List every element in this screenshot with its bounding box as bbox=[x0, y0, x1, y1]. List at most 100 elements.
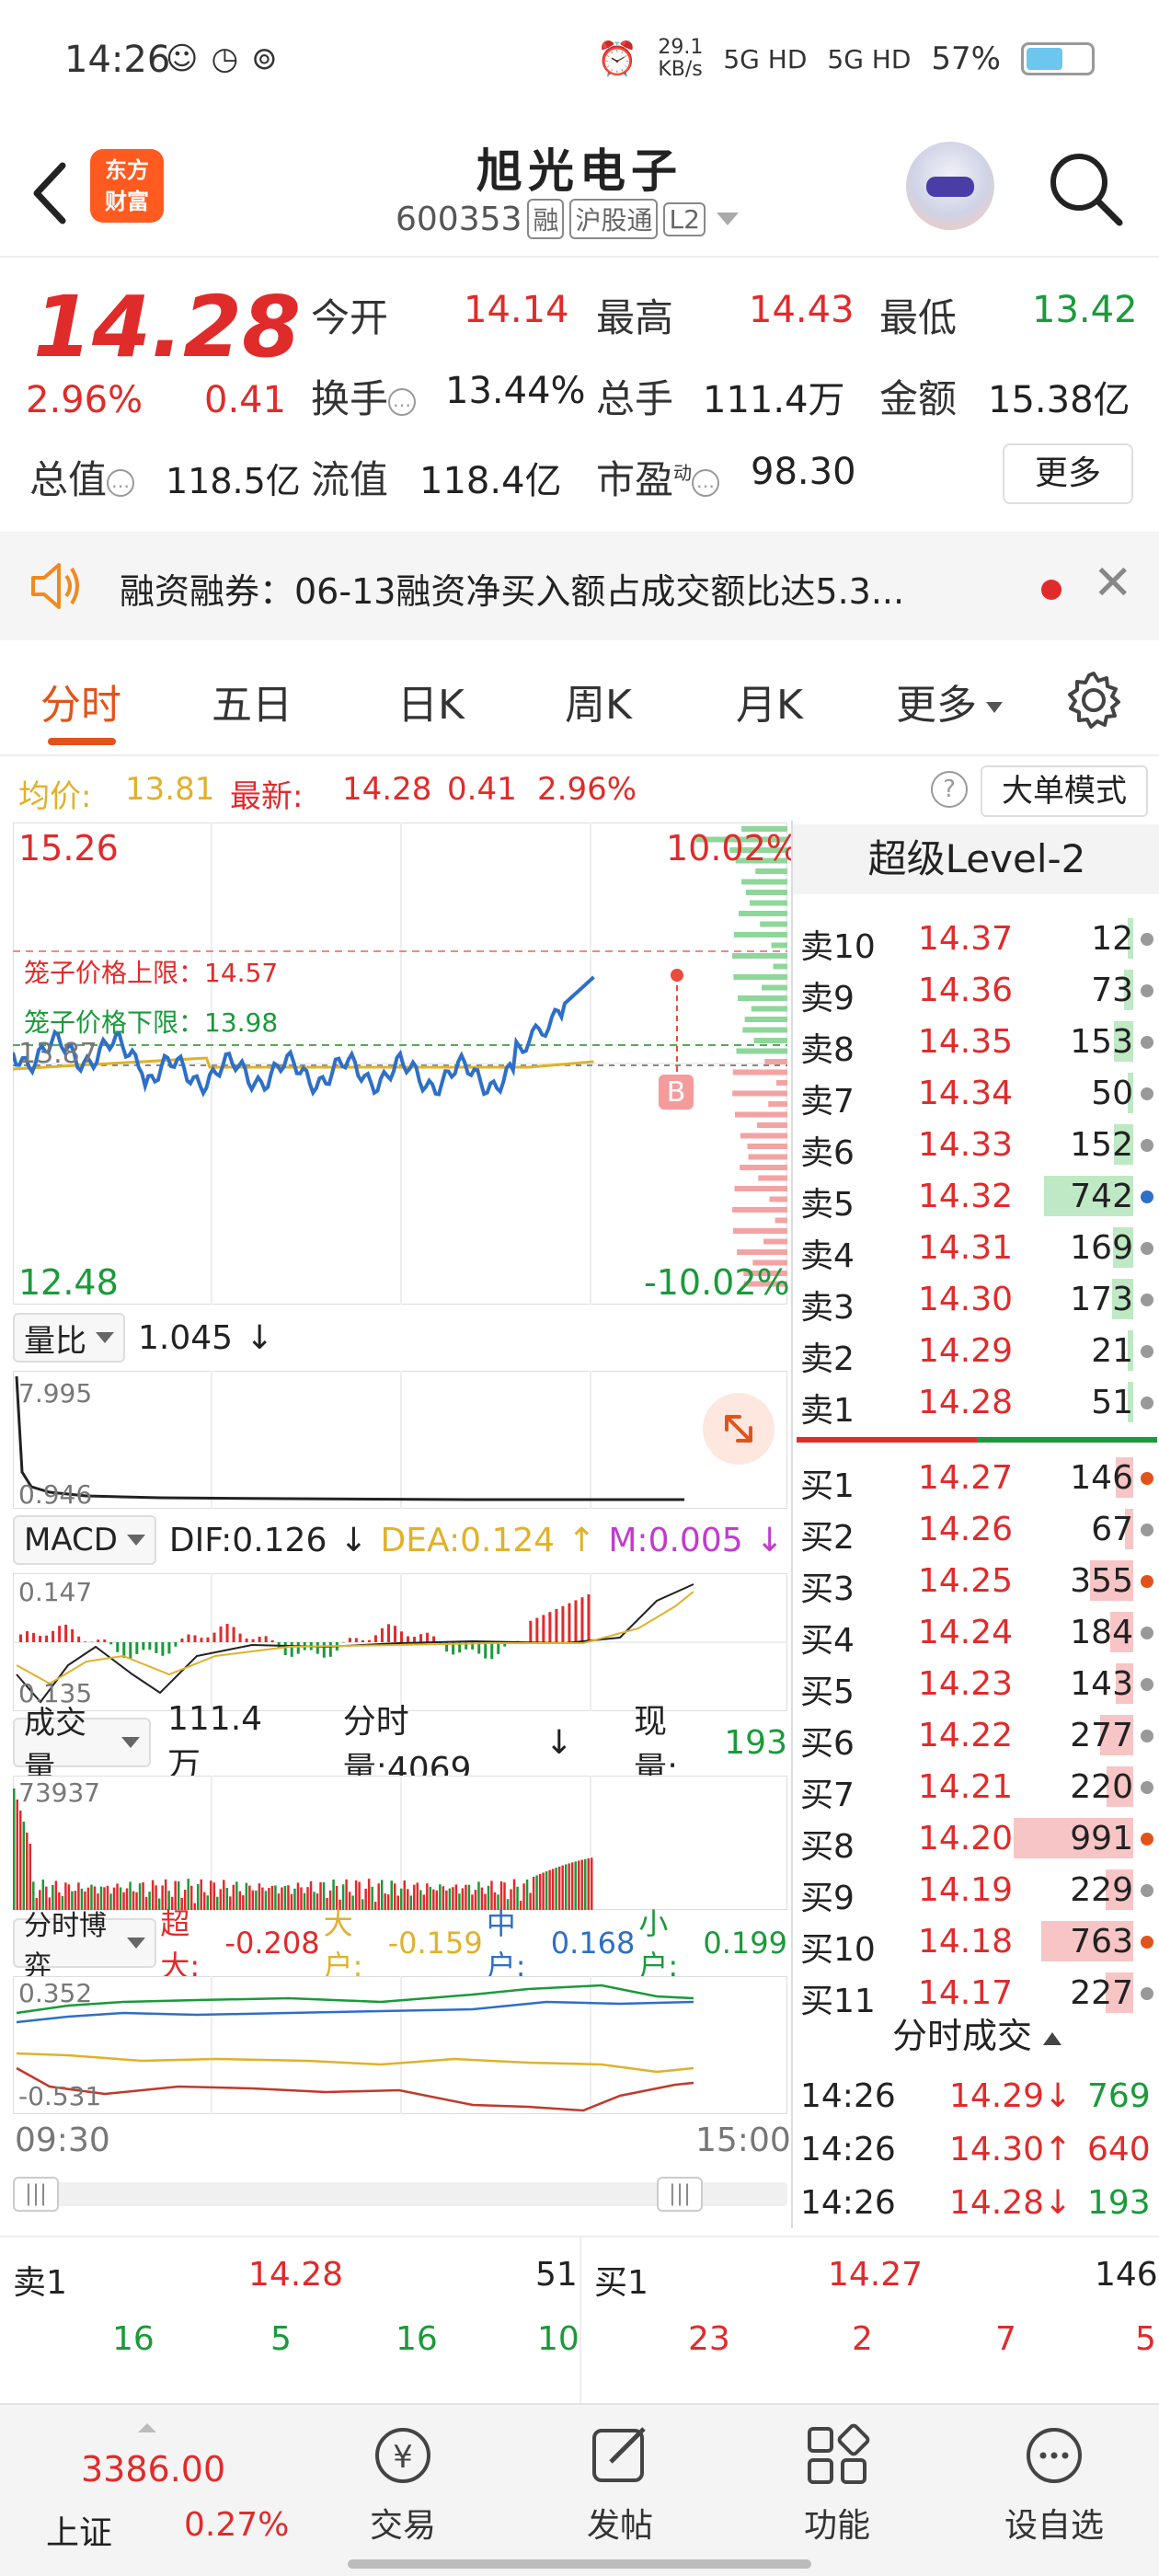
macd-bar bbox=[386, 1624, 390, 1642]
volume-bar bbox=[306, 1887, 309, 1910]
bottom-quote: 卖1 14.28 51 买1 14.27 146 16 5 16 10 23 2… bbox=[0, 2236, 1159, 2403]
bid-row[interactable]: 买3 14.25 355 bbox=[793, 1555, 1159, 1608]
row-label: 买3 bbox=[800, 1570, 855, 1608]
row-label: 卖4 bbox=[800, 1237, 855, 1275]
ask-queue-item: 5 bbox=[270, 2320, 292, 2358]
tab-month-k[interactable]: 月K bbox=[736, 672, 803, 730]
lower-limit-label: 笼子价格下限：13.98 bbox=[24, 1007, 279, 1038]
volume-bar bbox=[555, 1868, 557, 1910]
tab-day-k[interactable]: 日K bbox=[397, 672, 465, 730]
more-button[interactable]: 更多 bbox=[1003, 443, 1133, 504]
mktcap-info-icon[interactable]: … bbox=[107, 468, 135, 497]
ask-row[interactable]: 卖6 14.33 152 bbox=[793, 1119, 1159, 1172]
macd-bar bbox=[84, 1641, 87, 1642]
macd-bar bbox=[129, 1642, 132, 1659]
switch-stock-icon[interactable] bbox=[716, 213, 739, 225]
nav-functions[interactable]: 功能 bbox=[773, 2423, 901, 2547]
macd-dropdown[interactable]: MACD bbox=[13, 1515, 156, 1565]
ask-row[interactable]: 卖7 14.34 50 bbox=[793, 1067, 1159, 1121]
volume-bar bbox=[439, 1884, 442, 1910]
volume-bar bbox=[29, 1844, 32, 1910]
row-label: 卖8 bbox=[800, 1031, 855, 1069]
bid-row[interactable]: 买8 14.20 991 bbox=[793, 1812, 1159, 1866]
ask-row[interactable]: 卖1 14.28 51 bbox=[793, 1376, 1159, 1430]
pe-label[interactable]: 市盈动… bbox=[596, 449, 720, 505]
tab-five-day[interactable]: 五日 bbox=[212, 672, 293, 730]
row-label: 卖3 bbox=[800, 1289, 855, 1327]
volume-bar bbox=[223, 1880, 225, 1910]
game-chart[interactable] bbox=[13, 1976, 787, 2114]
range-right-handle[interactable]: ||| bbox=[657, 2177, 703, 2212]
bid-row[interactable]: 买1 14.27 146 bbox=[793, 1452, 1159, 1505]
bid-row[interactable]: 买6 14.22 277 bbox=[793, 1709, 1159, 1763]
bid-row[interactable]: 买9 14.19 229 bbox=[793, 1864, 1159, 1917]
row-volume: 21 bbox=[1091, 1332, 1133, 1370]
macd-bar bbox=[542, 1615, 545, 1642]
big-order-mode-button[interactable]: 大单模式 bbox=[981, 765, 1148, 817]
volume-dropdown[interactable]: 成交量 bbox=[13, 1705, 151, 1787]
volume-bar bbox=[422, 1894, 426, 1910]
row-volume: 742 bbox=[1070, 1178, 1133, 1215]
bid-row[interactable]: 买7 14.21 220 bbox=[793, 1761, 1159, 1814]
volume-bar bbox=[445, 1890, 448, 1910]
macd-bar bbox=[167, 1642, 171, 1654]
bid-row[interactable]: 买4 14.24 184 bbox=[793, 1606, 1159, 1660]
volume-bar bbox=[400, 1888, 403, 1910]
depth-bar bbox=[740, 1165, 787, 1170]
ask-row[interactable]: 卖10 14.37 12 bbox=[793, 913, 1159, 966]
bid-row[interactable]: 买2 14.26 67 bbox=[793, 1503, 1159, 1557]
turnover-label[interactable]: 换手… bbox=[311, 368, 417, 424]
macd-bar bbox=[283, 1642, 287, 1656]
intraday-chart[interactable]: B bbox=[13, 822, 787, 1305]
pe-info-icon[interactable]: … bbox=[692, 468, 720, 497]
tab-more[interactable]: 更多 bbox=[896, 672, 1003, 730]
close-icon[interactable]: ✕ bbox=[1093, 559, 1133, 607]
volume-ratio-dropdown[interactable]: 量比 bbox=[13, 1313, 125, 1363]
order-book-title[interactable]: 超级Level-2 bbox=[793, 824, 1159, 894]
volume-ratio-chart[interactable] bbox=[13, 1371, 787, 1509]
macd-bar bbox=[245, 1639, 248, 1642]
assistant-robot-icon[interactable] bbox=[906, 142, 994, 230]
mktcap-label[interactable]: 总值… bbox=[29, 449, 135, 505]
game-dropdown[interactable]: 分时博弈 bbox=[13, 1910, 157, 1983]
volume-chart[interactable] bbox=[13, 1776, 787, 1910]
depth-bar bbox=[744, 1017, 787, 1022]
macd-bar bbox=[193, 1635, 197, 1642]
tab-intraday[interactable]: 分时 bbox=[40, 672, 121, 730]
pct-high-label: 10.02% bbox=[666, 828, 799, 868]
volume-bar bbox=[564, 1864, 568, 1910]
ask-row[interactable]: 卖9 14.36 73 bbox=[793, 964, 1159, 1018]
depth-bar bbox=[740, 1133, 787, 1139]
row-price: 14.25 bbox=[918, 1562, 1014, 1600]
stock-code-row[interactable]: 600353 融 沪股通 L2 bbox=[396, 199, 739, 239]
index-widget[interactable]: 3386.00 上证 0.27% bbox=[37, 2423, 313, 2552]
game-top: 0.352 bbox=[18, 1978, 93, 2008]
ask-row[interactable]: 卖4 14.31 169 bbox=[793, 1222, 1159, 1275]
bid-row[interactable]: 买10 14.18 763 bbox=[793, 1915, 1159, 1969]
trades-header[interactable]: 分时成交 bbox=[793, 2007, 1159, 2058]
volume-bar bbox=[432, 1889, 435, 1910]
time-range-scrollbar[interactable]: ||| ||| bbox=[13, 2177, 787, 2212]
nav-add-watchlist[interactable]: 设自选 bbox=[990, 2423, 1119, 2547]
row-label: 买6 bbox=[800, 1725, 855, 1763]
bid-row[interactable]: 买5 14.23 143 bbox=[793, 1658, 1159, 1711]
ask-row[interactable]: 卖2 14.29 21 bbox=[793, 1325, 1159, 1378]
range-left-handle[interactable]: ||| bbox=[13, 2177, 59, 2212]
nav-post[interactable]: 发帖 bbox=[556, 2423, 684, 2547]
news-bar[interactable]: 融资融券：06-13融资净买入额占成交额比达5.3... ✕ bbox=[0, 532, 1159, 640]
home-indicator[interactable] bbox=[348, 2559, 811, 2569]
row-label: 卖6 bbox=[800, 1134, 855, 1172]
ask-row[interactable]: 卖3 14.30 173 bbox=[793, 1273, 1159, 1327]
expand-button[interactable] bbox=[703, 1393, 775, 1465]
news-text[interactable]: 融资融券：06-13融资净买入额占成交额比达5.3... bbox=[120, 563, 904, 614]
nav-trade[interactable]: ¥ 交易 bbox=[339, 2423, 467, 2547]
gear-icon[interactable] bbox=[1063, 670, 1124, 730]
turnover-info-icon[interactable]: … bbox=[388, 387, 417, 416]
tab-week-k[interactable]: 周K bbox=[565, 672, 632, 730]
macd-chart[interactable] bbox=[13, 1573, 787, 1711]
search-icon[interactable] bbox=[1044, 147, 1127, 230]
help-icon[interactable]: ? bbox=[931, 771, 968, 808]
ask-row[interactable]: 卖8 14.35 153 bbox=[793, 1016, 1159, 1069]
ask-row[interactable]: 卖5 14.32 742 bbox=[793, 1170, 1159, 1224]
volume-bar bbox=[264, 1891, 268, 1910]
